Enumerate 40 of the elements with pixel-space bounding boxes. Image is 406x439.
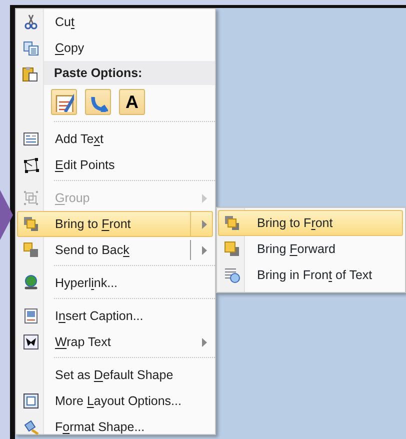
- menu-item[interactable]: Set as Default Shape: [17, 362, 213, 388]
- submenu-arrow-icon: [202, 338, 207, 347]
- submenu-arrow-icon: [202, 246, 207, 255]
- menu-item[interactable]: Wrap Text: [17, 329, 213, 355]
- layout-icon: [23, 393, 39, 409]
- menu-item[interactable]: Bring to Front: [218, 210, 403, 236]
- menu-item[interactable]: Format Shape...: [17, 414, 213, 439]
- textbox-icon: [23, 131, 39, 147]
- group-icon: [23, 190, 39, 206]
- menu-item[interactable]: Copy: [17, 35, 213, 61]
- paste-text-button[interactable]: A: [119, 89, 145, 115]
- scissors-icon: [23, 14, 39, 30]
- menu-item[interactable]: Cut: [17, 9, 213, 35]
- format-icon: [23, 419, 39, 435]
- paste-formatting-button[interactable]: [51, 89, 77, 115]
- section-header: Paste Options:: [44, 61, 215, 85]
- front-icon: [224, 215, 240, 231]
- menu-item[interactable]: Add Text: [17, 126, 213, 152]
- globe-link-icon: [23, 275, 39, 291]
- forward-icon: [224, 241, 240, 257]
- menu-item[interactable]: Bring Forward: [218, 236, 403, 262]
- menu-item[interactable]: More Layout Options...: [17, 388, 213, 414]
- submenu-arrow-icon: [202, 220, 207, 229]
- menu-item[interactable]: Bring in Front of Text: [218, 262, 403, 288]
- wrap-icon: [23, 334, 39, 350]
- submenu-arrow-icon: [202, 194, 207, 203]
- menu-item[interactable]: Bring to Front: [17, 211, 213, 237]
- clipboard-icon: [22, 66, 38, 82]
- menu-item[interactable]: Send to Back: [17, 237, 213, 263]
- copy-icon: [23, 40, 39, 56]
- menu-item[interactable]: Insert Caption...: [17, 303, 213, 329]
- front-of-text-icon: [224, 267, 240, 283]
- back-icon: [23, 242, 39, 258]
- paste-merge-button[interactable]: [85, 89, 111, 115]
- menu-item[interactable]: Edit Points: [17, 152, 213, 178]
- arrow-shape: [0, 190, 14, 240]
- points-icon: [23, 157, 39, 173]
- front-icon: [23, 216, 39, 232]
- menu-item[interactable]: Hyperlink...: [17, 270, 213, 296]
- caption-icon: [23, 308, 39, 324]
